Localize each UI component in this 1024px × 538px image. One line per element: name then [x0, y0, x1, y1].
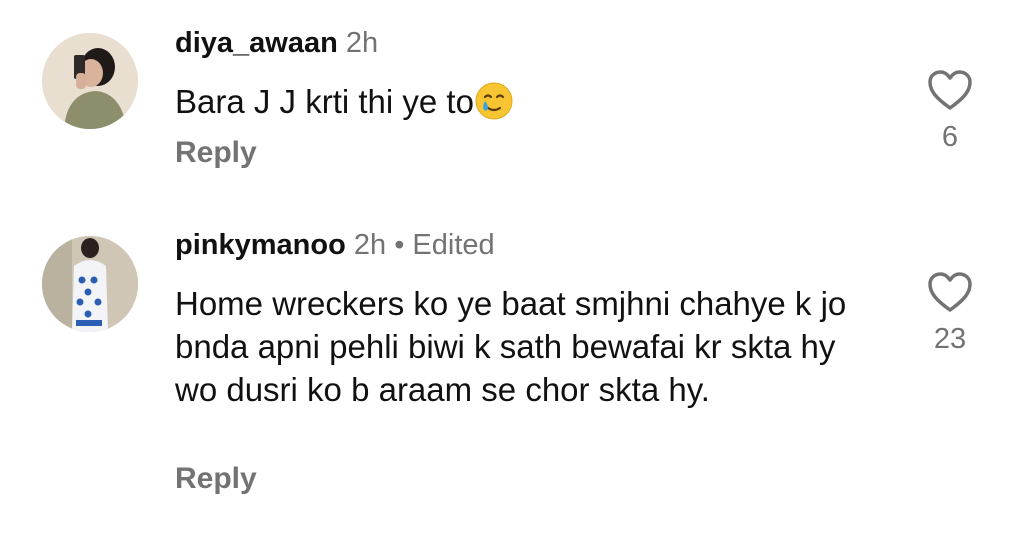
avatar-image — [42, 33, 138, 129]
heart-outline-icon[interactable] — [926, 68, 974, 112]
comment-body: Bara J J krti thi ye to — [175, 83, 474, 120]
reply-button[interactable]: Reply — [175, 462, 257, 496]
timestamp: 2h — [345, 27, 379, 59]
timestamp: 2h — [353, 229, 387, 261]
username[interactable]: diya_awaan — [175, 27, 338, 59]
comment-item: diya_awaan 2h Bara J J krti thi ye to Re… — [0, 0, 1024, 200]
smiling-face-with-tear-icon — [475, 82, 513, 120]
comment-text: Bara J J krti thi ye to — [175, 80, 514, 123]
meta-separator: • — [394, 229, 405, 261]
avatar[interactable] — [42, 33, 138, 129]
username[interactable]: pinkymanoo — [175, 229, 346, 261]
reply-button[interactable]: Reply — [175, 136, 257, 170]
heart-outline-icon[interactable] — [926, 270, 974, 314]
avatar[interactable] — [42, 236, 138, 332]
comment-header: pinkymanoo 2h • Edited — [175, 228, 495, 262]
edited-label: Edited — [412, 229, 495, 261]
like-count: 6 — [941, 121, 959, 153]
like-count: 23 — [933, 323, 967, 355]
comment-header: diya_awaan 2h — [175, 26, 378, 60]
avatar-image — [42, 236, 138, 332]
comment-body: Home wreckers ko ye baat smjhni chahye k… — [175, 285, 847, 408]
comment-item: pinkymanoo 2h • Edited Home wreckers ko … — [0, 206, 1024, 538]
